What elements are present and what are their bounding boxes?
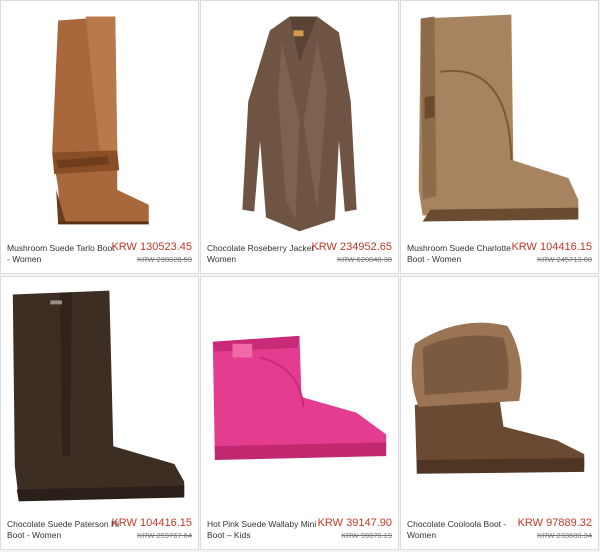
- product-name[interactable]: Chocolate Roseberry Jacket - Women: [207, 243, 319, 265]
- product-old-price: KRW 259767.64: [137, 531, 192, 540]
- product-card[interactable]: Chocolate Suede Paterson Hi Boot - Women…: [0, 276, 199, 550]
- product-card[interactable]: Mushroom Suede Tarlo Boot - Women KRW 13…: [0, 0, 199, 274]
- product-price: KRW 234952.65: [311, 241, 392, 253]
- product-card[interactable]: Hot Pink Suede Wallaby Mini Boot – Kids …: [200, 276, 399, 550]
- product-old-price: KRW 233680.34: [537, 531, 592, 540]
- product-image[interactable]: [201, 1, 398, 237]
- product-price: KRW 130523.45: [111, 241, 192, 253]
- product-card[interactable]: Chocolate Cooloola Boot - Women KRW 9788…: [400, 276, 599, 550]
- product-card[interactable]: Mushroom Suede Charlotte Boot - Women KR…: [400, 0, 599, 274]
- product-price: KRW 104416.15: [511, 241, 592, 253]
- product-card[interactable]: Chocolate Roseberry Jacket - Women KRW 2…: [200, 0, 399, 274]
- product-image[interactable]: [401, 1, 598, 237]
- product-name[interactable]: Mushroom Suede Tarlo Boot - Women: [7, 243, 119, 265]
- product-old-price: KRW 99079.19: [341, 531, 392, 540]
- product-name[interactable]: Chocolate Suede Paterson Hi Boot - Women: [7, 519, 119, 541]
- product-name[interactable]: Hot Pink Suede Wallaby Mini Boot – Kids: [207, 519, 319, 541]
- product-image[interactable]: [201, 277, 398, 513]
- product-image[interactable]: [1, 1, 198, 237]
- product-name[interactable]: Mushroom Suede Charlotte Boot - Women: [407, 243, 519, 265]
- product-image[interactable]: [1, 277, 198, 513]
- product-price: KRW 97889.32: [517, 517, 592, 529]
- product-price: KRW 104416.15: [111, 517, 192, 529]
- product-name[interactable]: Chocolate Cooloola Boot - Women: [407, 519, 519, 541]
- product-old-price: KRW 620048.38: [337, 255, 392, 264]
- product-grid: Mushroom Suede Tarlo Boot - Women KRW 13…: [0, 0, 600, 552]
- product-image[interactable]: [401, 277, 598, 513]
- product-price: KRW 39147.90: [317, 517, 392, 529]
- product-old-price: KRW 298028.59: [137, 255, 192, 264]
- product-old-price: KRW 245713.00: [537, 255, 592, 264]
